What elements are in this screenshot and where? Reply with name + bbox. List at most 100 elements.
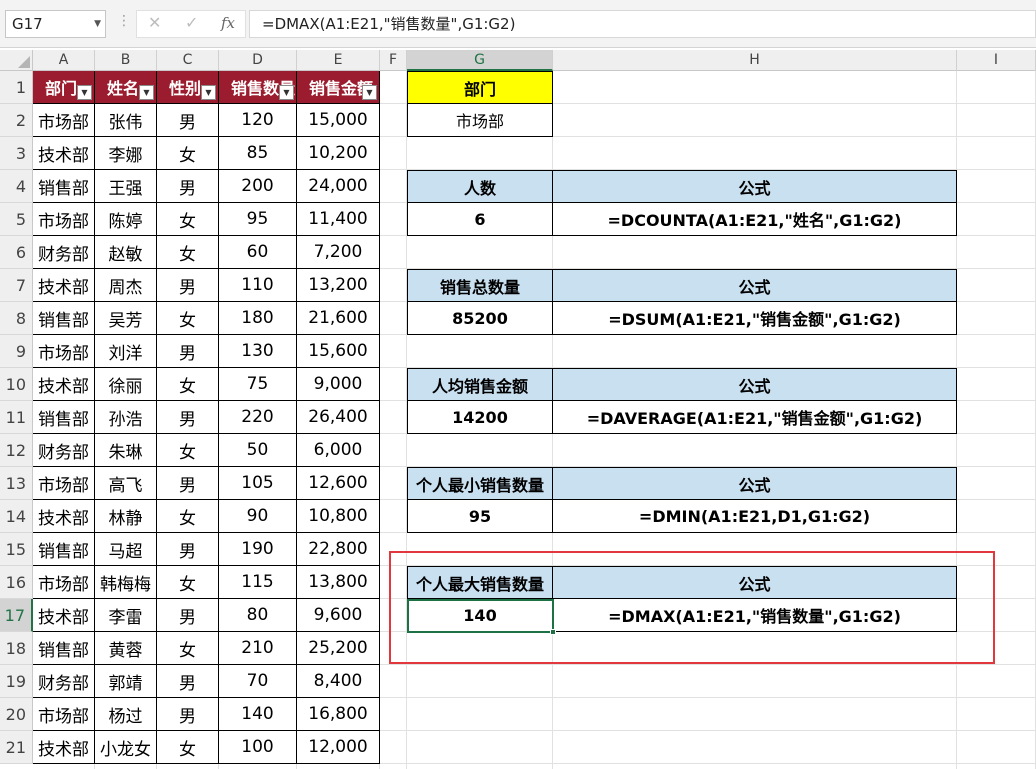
row-header-15[interactable]: 15 [0, 533, 33, 566]
block-formula-header[interactable]: 公式 [552, 368, 957, 401]
column-header-i[interactable]: I [957, 50, 1036, 71]
table-cell[interactable]: 200 [219, 170, 297, 203]
block-value[interactable]: 85200 [407, 301, 553, 335]
filter-dropdown-icon[interactable]: ▼ [279, 85, 294, 100]
table-cell[interactable]: 财务部 [33, 665, 95, 698]
row-header-20[interactable]: 20 [0, 698, 33, 731]
table-cell[interactable]: 70 [219, 665, 297, 698]
table-cell[interactable]: 男 [157, 269, 219, 302]
block-formula[interactable]: =DAVERAGE(A1:E21,"销售金额",G1:G2) [552, 400, 957, 434]
table-cell[interactable]: 50 [219, 434, 297, 467]
block-label[interactable]: 个人最小销售数量 [407, 467, 553, 500]
block-label[interactable]: 人数 [407, 170, 553, 203]
column-header-e[interactable]: E [297, 50, 380, 71]
table-cell[interactable]: 12,000 [297, 731, 380, 764]
filter-dropdown-icon[interactable]: ▼ [139, 85, 154, 100]
table-cell[interactable]: 男 [157, 533, 219, 566]
table-cell[interactable]: 女 [157, 566, 219, 599]
table-cell[interactable]: 8,400 [297, 665, 380, 698]
table-cell[interactable]: 销售部 [33, 401, 95, 434]
table-cell[interactable]: 12,600 [297, 467, 380, 500]
table-cell[interactable]: 13,200 [297, 269, 380, 302]
table-cell[interactable]: 140 [219, 698, 297, 731]
table-cell[interactable]: 7,200 [297, 236, 380, 269]
table-cell[interactable]: 25,200 [297, 632, 380, 665]
table-cell[interactable]: 90 [219, 500, 297, 533]
table-cell[interactable]: 郭靖 [95, 665, 157, 698]
table-cell[interactable]: 女 [157, 731, 219, 764]
table-cell[interactable]: 销售部 [33, 302, 95, 335]
table-cell[interactable]: 24,000 [297, 170, 380, 203]
row-header-12[interactable]: 12 [0, 434, 33, 467]
table-cell[interactable]: 9,600 [297, 599, 380, 632]
table-cell[interactable]: 女 [157, 500, 219, 533]
table-cell[interactable]: 杨过 [95, 698, 157, 731]
table-cell[interactable]: 60 [219, 236, 297, 269]
table-cell[interactable]: 林静 [95, 500, 157, 533]
table-cell[interactable]: 技术部 [33, 269, 95, 302]
block-label[interactable]: 销售总数量 [407, 269, 553, 302]
block-value[interactable]: 6 [407, 202, 553, 236]
column-header-b[interactable]: B [95, 50, 157, 71]
table-cell[interactable]: 张伟 [95, 104, 157, 137]
block-label[interactable]: 人均销售金额 [407, 368, 553, 401]
table-cell[interactable]: 15,600 [297, 335, 380, 368]
block-value[interactable]: 95 [407, 499, 553, 533]
chevron-down-icon[interactable]: ▼ [94, 11, 101, 37]
cancel-icon[interactable]: ✕ [148, 13, 161, 32]
table-cell[interactable]: 赵敏 [95, 236, 157, 269]
row-header-1[interactable]: 1 [0, 71, 33, 104]
block-formula[interactable]: =DMIN(A1:E21,D1,G1:G2) [552, 499, 957, 533]
table-cell[interactable]: 李雷 [95, 599, 157, 632]
table-cell[interactable]: 市场部 [33, 467, 95, 500]
table-cell[interactable]: 市场部 [33, 698, 95, 731]
filter-dropdown-icon[interactable]: ▼ [201, 85, 216, 100]
row-header-19[interactable]: 19 [0, 665, 33, 698]
table-cell[interactable]: 15,000 [297, 104, 380, 137]
row-header-6[interactable]: 6 [0, 236, 33, 269]
filter-dropdown-icon[interactable]: ▼ [77, 85, 92, 100]
row-header-13[interactable]: 13 [0, 467, 33, 500]
table-cell[interactable]: 市场部 [33, 335, 95, 368]
table-cell[interactable]: 王强 [95, 170, 157, 203]
block-formula[interactable]: =DCOUNTA(A1:E21,"姓名",G1:G2) [552, 202, 957, 236]
table-cell[interactable]: 130 [219, 335, 297, 368]
table-cell[interactable]: 女 [157, 137, 219, 170]
table-cell[interactable]: 马超 [95, 533, 157, 566]
table-cell[interactable]: 85 [219, 137, 297, 170]
table-cell[interactable]: 销售部 [33, 533, 95, 566]
name-box[interactable]: G17 ▼ [5, 10, 106, 38]
row-header-14[interactable]: 14 [0, 500, 33, 533]
select-all-button[interactable] [0, 50, 33, 71]
table-header-cell[interactable]: 性别 ▼ [157, 71, 219, 104]
table-cell[interactable]: 10,800 [297, 500, 380, 533]
table-cell[interactable]: 技术部 [33, 599, 95, 632]
formula-input[interactable]: =DMAX(A1:E21,"销售数量",G1:G2) [249, 10, 1036, 38]
table-cell[interactable]: 李娜 [95, 137, 157, 170]
table-cell[interactable]: 技术部 [33, 137, 95, 170]
row-header-2[interactable]: 2 [0, 104, 33, 137]
table-cell[interactable]: 男 [157, 104, 219, 137]
table-cell[interactable]: 刘洋 [95, 335, 157, 368]
table-cell[interactable]: 男 [157, 170, 219, 203]
table-cell[interactable]: 女 [157, 368, 219, 401]
table-cell[interactable]: 220 [219, 401, 297, 434]
table-cell[interactable]: 105 [219, 467, 297, 500]
table-cell[interactable]: 115 [219, 566, 297, 599]
row-header-8[interactable]: 8 [0, 302, 33, 335]
table-cell[interactable]: 朱琳 [95, 434, 157, 467]
table-cell[interactable]: 男 [157, 599, 219, 632]
table-cell[interactable]: 韩梅梅 [95, 566, 157, 599]
table-cell[interactable]: 女 [157, 632, 219, 665]
table-cell[interactable]: 销售部 [33, 632, 95, 665]
table-header-cell[interactable]: 部门 ▼ [33, 71, 95, 104]
table-cell[interactable]: 110 [219, 269, 297, 302]
column-header-d[interactable]: D [219, 50, 297, 71]
table-cell[interactable]: 75 [219, 368, 297, 401]
column-header-h[interactable]: H [553, 50, 957, 71]
fill-handle[interactable] [550, 629, 556, 635]
column-header-g[interactable]: G [407, 50, 553, 71]
column-header-f[interactable]: F [380, 50, 407, 71]
block-formula-header[interactable]: 公式 [552, 269, 957, 302]
table-cell[interactable]: 210 [219, 632, 297, 665]
